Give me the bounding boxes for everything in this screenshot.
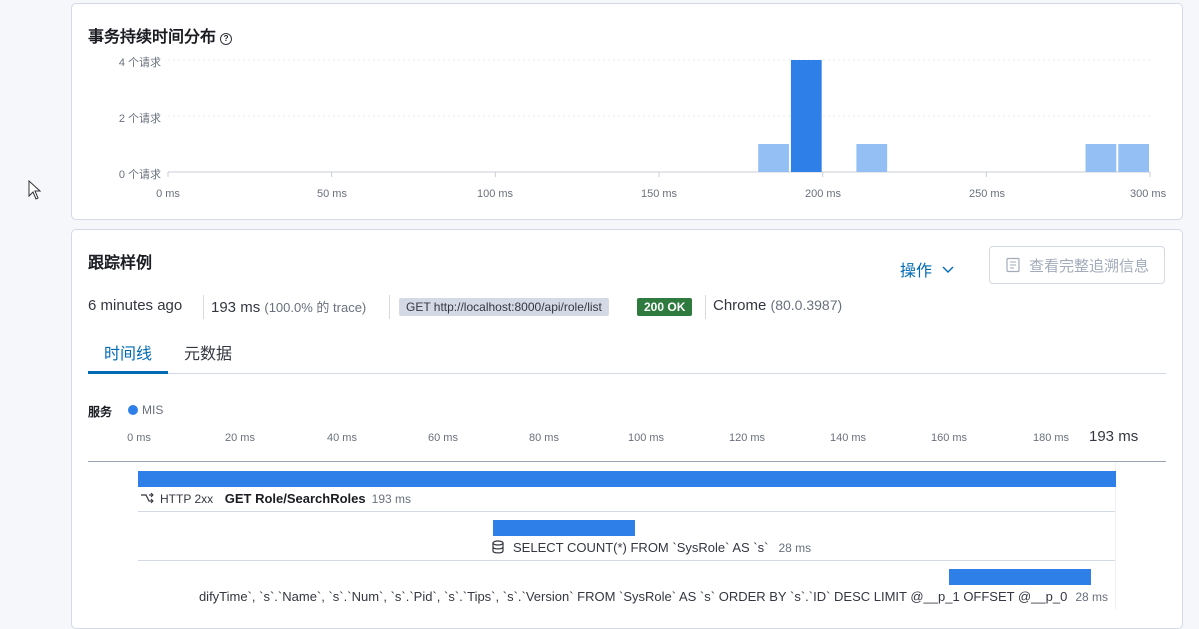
trace-duration-detail: (100.0% 的 trace): [264, 300, 367, 315]
timeline-tick: 180 ms: [1032, 432, 1070, 444]
timeline-total: 193 ms: [1089, 428, 1139, 445]
request-url-badge: GET http://localhost:8000/api/role/list: [399, 298, 609, 316]
view-full-trace-label: 查看完整追溯信息: [1028, 257, 1149, 275]
span-name: GET Role/SearchRoles: [224, 491, 366, 506]
service-legend-item[interactable]: MIS: [128, 403, 163, 417]
histogram-bar[interactable]: [1085, 144, 1117, 172]
x-tick-label: 100 ms: [476, 188, 514, 200]
view-full-trace-button[interactable]: 查看完整追溯信息: [989, 246, 1165, 284]
histogram-bar[interactable]: [758, 144, 789, 172]
database-icon: [492, 540, 504, 554]
user-agent: Chrome (80.0.3987): [713, 297, 843, 314]
timeline-tick: 40 ms: [327, 432, 357, 444]
tab-metadata[interactable]: 元数据: [184, 340, 232, 364]
x-tick-label: 200 ms: [804, 188, 842, 200]
x-tick-label: 300 ms: [1130, 188, 1166, 200]
mouse-cursor-icon: [28, 180, 42, 200]
service-color-dot: [128, 405, 138, 415]
trace-sample-title: 跟踪样例: [88, 255, 153, 272]
timeline-tick: 80 ms: [529, 432, 559, 444]
span-name: difyTime`, `s`.`Name`, `s`.`Num`, `s`.`P…: [198, 589, 1068, 604]
x-tick-label: 250 ms: [968, 188, 1006, 200]
span-duration: 193 ms: [371, 492, 411, 506]
browser-version: (80.0.3987): [770, 297, 843, 313]
x-tick-label: 150 ms: [640, 188, 678, 200]
span-label[interactable]: SELECT COUNT(*) FROM `SysRole` AS `s` 28 …: [491, 540, 811, 555]
status-badge: 200 OK: [637, 298, 693, 316]
span-bar[interactable]: [492, 520, 635, 536]
timeline-tick: 160 ms: [930, 432, 968, 444]
histogram-bar[interactable]: [856, 144, 888, 172]
span-bar[interactable]: [948, 569, 1091, 585]
histogram-chart: [167, 59, 1151, 177]
duration-distribution-panel: 事务持续时间分布? 4 个请求 2 个请求 0 个请求 0 ms 50 ms 1…: [71, 3, 1183, 220]
span-label[interactable]: difyTime`, `s`.`Name`, `s`.`Num`, `s`.`P…: [88, 589, 1118, 607]
timeline-tick: 140 ms: [829, 432, 867, 444]
timeline-tick: 20 ms: [225, 432, 255, 444]
x-tick-label: 50 ms: [317, 188, 347, 200]
timeline-tick: 60 ms: [428, 432, 458, 444]
span-bar[interactable]: [138, 471, 1116, 487]
tab-timeline[interactable]: 时间线: [88, 340, 168, 364]
actions-menu-button[interactable]: 操作: [900, 257, 954, 281]
timeline-tick: 120 ms: [728, 432, 766, 444]
span-name: SELECT COUNT(*) FROM `SysRole` AS `s`: [513, 540, 769, 555]
timeline-tick: 100 ms: [627, 432, 665, 444]
span-duration: 28 ms: [1075, 590, 1108, 604]
services-label: 服务: [88, 405, 113, 419]
histogram-bar-selected[interactable]: [790, 60, 822, 172]
span-duration: 28 ms: [778, 541, 812, 555]
document-icon: [1006, 257, 1020, 273]
chevron-down-icon: [942, 266, 954, 273]
transaction-icon: [141, 492, 154, 504]
histogram-bar[interactable]: [1118, 144, 1149, 172]
span-label[interactable]: HTTP 2xx GET Role/SearchRoles 193 ms: [140, 491, 411, 506]
trace-duration: 193 ms (100.0% 的 trace): [211, 299, 367, 316]
timeline-tick: 0 ms: [127, 432, 151, 444]
x-tick-label: 0 ms: [156, 188, 180, 200]
trace-age: 6 minutes ago: [88, 297, 183, 314]
span-type: HTTP 2xx: [160, 492, 214, 506]
actions-label: 操作: [900, 263, 933, 280]
